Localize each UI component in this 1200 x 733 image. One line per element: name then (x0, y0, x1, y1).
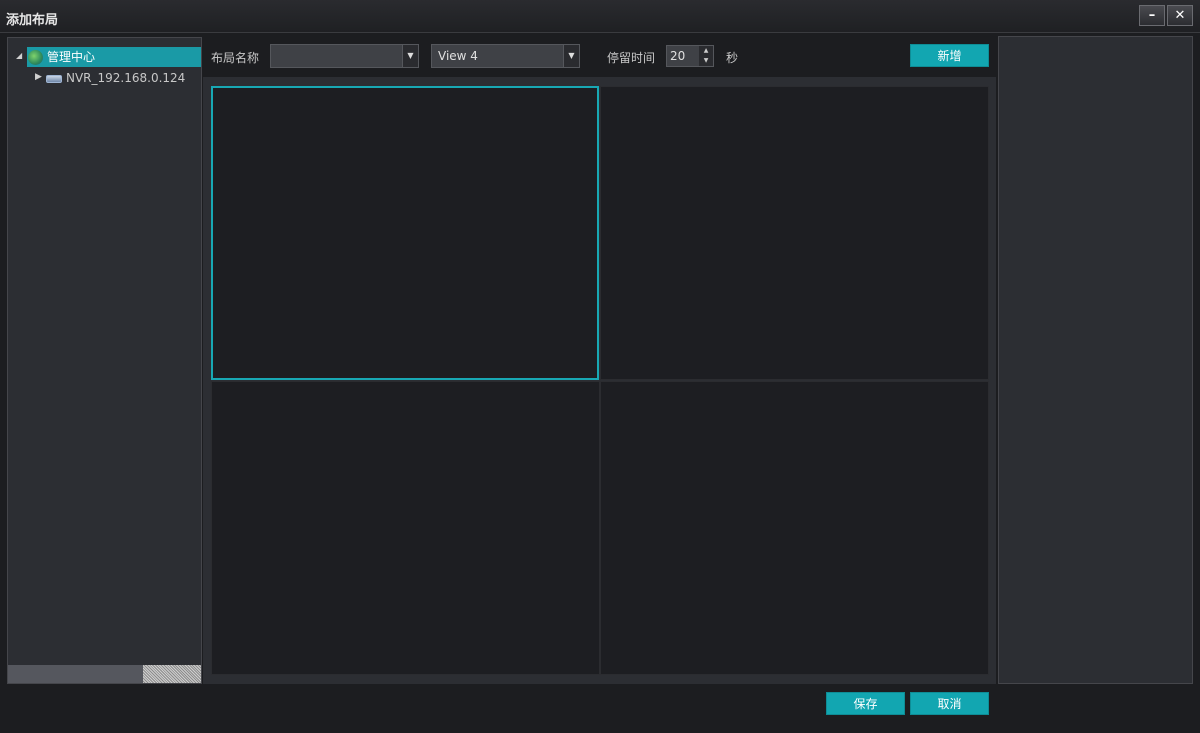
scrollbar-thumb[interactable] (143, 665, 201, 683)
layout-name-combo[interactable]: ▼ (270, 44, 419, 68)
view-select[interactable]: View 4 ▼ (431, 44, 580, 68)
stepper-buttons: ▲ ▼ (699, 46, 713, 66)
dwell-time-unit: 秒 (726, 51, 739, 65)
view-select-value: View 4 (438, 49, 478, 63)
chevron-down-icon[interactable]: ▼ (402, 45, 418, 67)
nvr-device-icon (46, 74, 62, 83)
close-icon: ✕ (1174, 8, 1186, 23)
close-button[interactable]: ✕ (1167, 5, 1193, 26)
stepper-down-icon[interactable]: ▼ (699, 56, 713, 66)
cancel-button[interactable]: 取消 (910, 692, 989, 715)
layout-preview-grid (203, 77, 996, 684)
device-tree-panel: ◢ 管理中心 ▶ NVR_192.168.0.124 (7, 37, 202, 684)
save-button[interactable]: 保存 (826, 692, 905, 715)
view-cell-3[interactable] (211, 381, 600, 675)
globe-icon (28, 50, 43, 65)
view-cell-1[interactable] (211, 86, 599, 380)
stepper-up-icon[interactable]: ▲ (699, 46, 713, 56)
minimize-button[interactable]: – (1139, 5, 1165, 26)
tree-item-label: 管理中心 (47, 50, 96, 64)
add-button[interactable]: 新增 (910, 44, 989, 67)
right-panel (998, 36, 1193, 684)
collapse-arrow-icon[interactable]: ◢ (16, 51, 22, 60)
minimize-icon: – (1148, 8, 1156, 23)
dwell-time-stepper[interactable]: 20 ▲ ▼ (666, 45, 714, 67)
layout-name-label: 布局名称 (211, 51, 260, 65)
tree-item-management-center[interactable]: 管理中心 (27, 47, 201, 67)
chevron-down-icon[interactable]: ▼ (563, 45, 579, 67)
tree-item-nvr[interactable]: NVR_192.168.0.124 (46, 68, 201, 88)
tree-item-label: NVR_192.168.0.124 (66, 71, 186, 85)
window-title: 添加布局 (6, 13, 59, 28)
expand-arrow-icon[interactable]: ▶ (35, 72, 42, 82)
dwell-time-label: 停留时间 (607, 51, 656, 65)
dwell-time-value: 20 (670, 49, 686, 63)
horizontal-scrollbar[interactable] (8, 665, 201, 683)
title-bar: 添加布局 – ✕ (0, 0, 1200, 33)
view-cell-4[interactable] (600, 381, 989, 675)
view-cell-2[interactable] (600, 86, 989, 380)
